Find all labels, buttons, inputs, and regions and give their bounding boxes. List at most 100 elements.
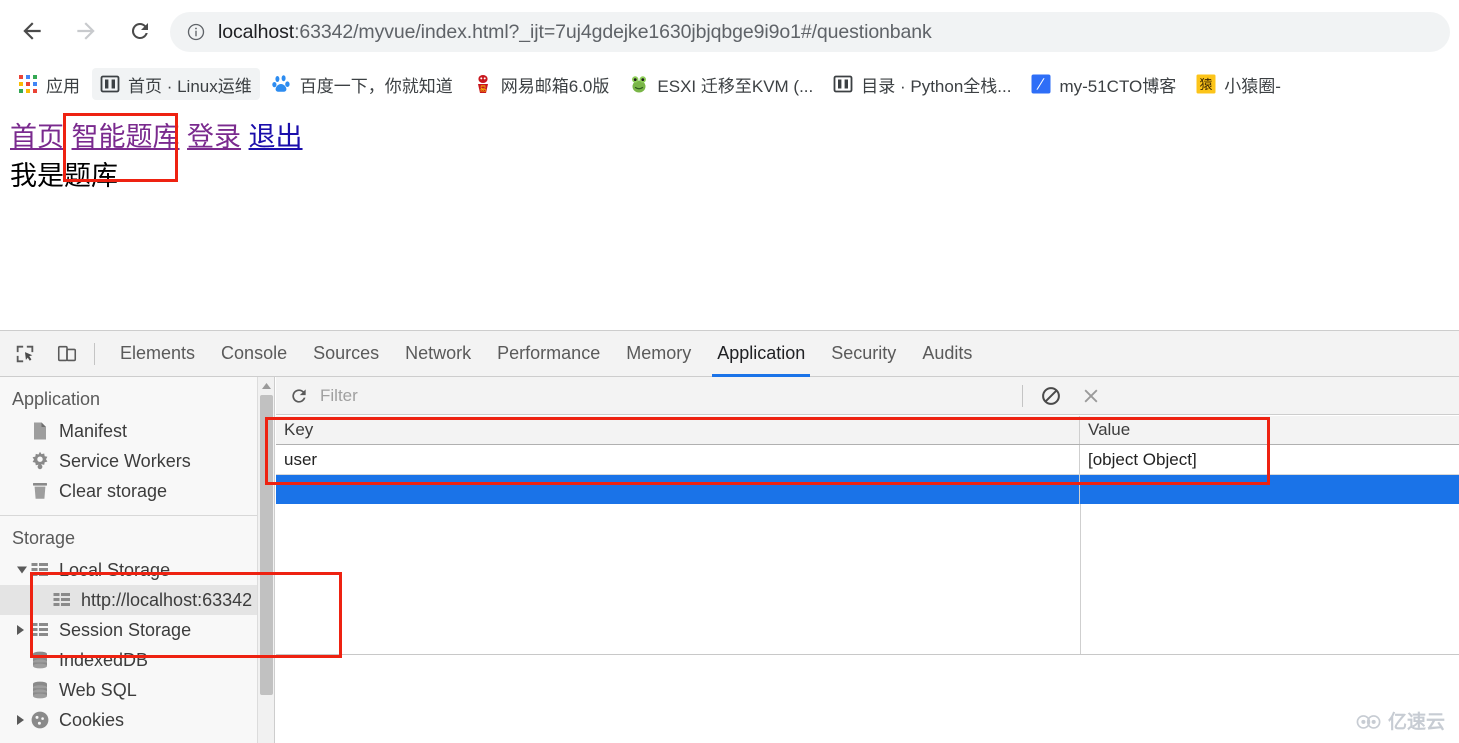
reload-button[interactable] xyxy=(118,9,162,53)
storage-grid-icon xyxy=(30,560,50,580)
no-entry-icon xyxy=(1040,385,1062,407)
sidebar-item-label: http://localhost:63342 xyxy=(81,590,252,611)
cell-key[interactable] xyxy=(276,475,1080,504)
cell-value[interactable]: [object Object] xyxy=(1080,445,1459,474)
back-button[interactable] xyxy=(10,9,54,53)
sidebar-item-manifest[interactable]: Manifest xyxy=(0,416,274,446)
bookmark-python-fullstack[interactable]: 目录 · Python全栈... xyxy=(825,68,1019,100)
inspect-element-icon xyxy=(14,343,36,365)
bookmark-label: 百度一下，你就知道 xyxy=(300,72,453,97)
link-space xyxy=(180,122,188,152)
url-text: localhost:63342/myvue/index.html?_ijt=7u… xyxy=(218,21,932,44)
tab-security[interactable]: Security xyxy=(818,331,909,377)
bookmark-label: 应用 xyxy=(46,72,80,97)
clear-storage-button[interactable] xyxy=(1037,382,1065,410)
sidebar-item-label: Web SQL xyxy=(59,680,137,701)
tab-network[interactable]: Network xyxy=(392,331,484,377)
bookmark-netease-mail[interactable]: 易 网易邮箱6.0版 xyxy=(465,68,618,100)
bookmark-baidu[interactable]: 百度一下，你就知道 xyxy=(264,68,461,100)
filterbar-divider xyxy=(1022,385,1023,407)
bookmark-apps[interactable]: 应用 xyxy=(10,68,88,100)
tab-console[interactable]: Console xyxy=(208,331,300,377)
sidebar-item-cookies[interactable]: Cookies xyxy=(0,705,274,735)
svg-text:易: 易 xyxy=(479,85,486,93)
url-host: localhost xyxy=(218,21,294,43)
chevron-right-icon[interactable] xyxy=(17,715,24,725)
tab-label: Sources xyxy=(313,343,379,364)
page-link-logout[interactable]: 退出 xyxy=(249,122,303,152)
sidebar-item-clear-storage[interactable]: Clear storage xyxy=(0,476,274,506)
arrow-left-icon xyxy=(19,18,45,44)
bookmark-label: 网易邮箱6.0版 xyxy=(501,72,610,97)
page-link-home[interactable]: 首页 xyxy=(10,122,64,152)
link-space xyxy=(241,122,249,152)
bookmark-esxi-kvm[interactable]: ESXI 迁移至KVM (... xyxy=(621,68,821,100)
sidebar-item-indexeddb[interactable]: IndexedDB xyxy=(0,645,274,675)
tab-performance[interactable]: Performance xyxy=(484,331,613,377)
url-path: :63342/myvue/index.html?_ijt=7uj4gdejke1… xyxy=(294,21,932,43)
database-icon xyxy=(30,680,50,700)
netease-mail-icon: 易 xyxy=(473,74,493,94)
table-row[interactable] xyxy=(276,475,1459,504)
devtools-sidebar: Application Manifest Service Workers Cle… xyxy=(0,377,275,743)
table-row[interactable]: user [object Object] xyxy=(276,445,1459,475)
sidebar-item-localhost-origin[interactable]: http://localhost:63342 xyxy=(0,585,274,615)
info-circle-icon[interactable] xyxy=(186,22,206,42)
database-icon xyxy=(30,650,50,670)
table-empty-area xyxy=(276,504,1459,654)
bookmark-linux-ops[interactable]: 首页 · Linux运维 xyxy=(92,68,260,100)
tab-audits[interactable]: Audits xyxy=(909,331,985,377)
tab-label: Elements xyxy=(120,343,195,364)
inspect-element-button[interactable] xyxy=(8,337,42,371)
trash-icon xyxy=(30,481,50,501)
sidebar-item-label: Cookies xyxy=(59,710,124,731)
column-header-value[interactable]: Value xyxy=(1080,416,1459,444)
browser-chrome: localhost:63342/myvue/index.html?_ijt=7u… xyxy=(0,0,1459,106)
sidebar-item-local-storage[interactable]: Local Storage xyxy=(0,555,274,585)
chevron-right-icon[interactable] xyxy=(17,625,24,635)
scrollbar-thumb[interactable] xyxy=(260,395,273,695)
device-toolbar-button[interactable] xyxy=(50,337,84,371)
page-link-login[interactable]: 登录 xyxy=(187,122,241,152)
tab-label: Audits xyxy=(922,343,972,364)
storage-grid-icon xyxy=(30,620,50,640)
watermark: 亿速云 xyxy=(1355,707,1445,734)
cell-key[interactable]: user xyxy=(276,445,1080,474)
tab-sources[interactable]: Sources xyxy=(300,331,392,377)
chevron-down-icon[interactable] xyxy=(17,567,27,574)
close-button[interactable] xyxy=(1077,382,1105,410)
sidebar-item-web-sql[interactable]: Web SQL xyxy=(0,675,274,705)
forward-button[interactable] xyxy=(64,9,108,53)
gear-icon xyxy=(30,451,50,471)
scroll-up-arrow-icon[interactable] xyxy=(258,377,275,394)
bookmarks-bar: 应用 首页 · Linux运维 百度一下，你就知道 xyxy=(0,62,1459,106)
tab-label: Memory xyxy=(626,343,691,364)
cell-value[interactable] xyxy=(1080,475,1459,504)
page-body-text: 我是题库 xyxy=(10,154,118,193)
storage-filter-bar xyxy=(276,377,1459,415)
address-bar[interactable]: localhost:63342/myvue/index.html?_ijt=7u… xyxy=(170,12,1450,52)
sidebar-section-application: Application xyxy=(0,377,274,416)
refresh-button[interactable] xyxy=(284,381,314,411)
filter-input[interactable] xyxy=(320,384,1020,408)
tab-label: Network xyxy=(405,343,471,364)
yellow-monkey-icon: 猿 xyxy=(1196,74,1216,94)
bookmark-label: 首页 · Linux运维 xyxy=(128,72,252,97)
column-header-key[interactable]: Key xyxy=(276,416,1080,444)
tab-elements[interactable]: Elements xyxy=(107,331,208,377)
tab-label: Security xyxy=(831,343,896,364)
sidebar-item-label: IndexedDB xyxy=(59,650,148,671)
sidebar-item-session-storage[interactable]: Session Storage xyxy=(0,615,274,645)
close-x-icon xyxy=(1081,386,1101,406)
table-header-row: Key Value xyxy=(276,416,1459,445)
tab-memory[interactable]: Memory xyxy=(613,331,704,377)
bookmark-label: 目录 · Python全栈... xyxy=(861,72,1011,97)
page-link-questionbank[interactable]: 智能题库 xyxy=(72,122,180,152)
sidebar-scrollbar[interactable] xyxy=(257,377,274,743)
bookmark-xiaoyuanquan[interactable]: 猿 小猿圈- xyxy=(1188,68,1289,100)
devtools-tabbar: Elements Console Sources Network Perform… xyxy=(0,331,1459,377)
sidebar-item-label: Service Workers xyxy=(59,451,191,472)
sidebar-item-service-workers[interactable]: Service Workers xyxy=(0,446,274,476)
tab-application[interactable]: Application xyxy=(704,331,818,377)
bookmark-51cto-blog[interactable]: my-51CTO博客 xyxy=(1023,68,1184,100)
